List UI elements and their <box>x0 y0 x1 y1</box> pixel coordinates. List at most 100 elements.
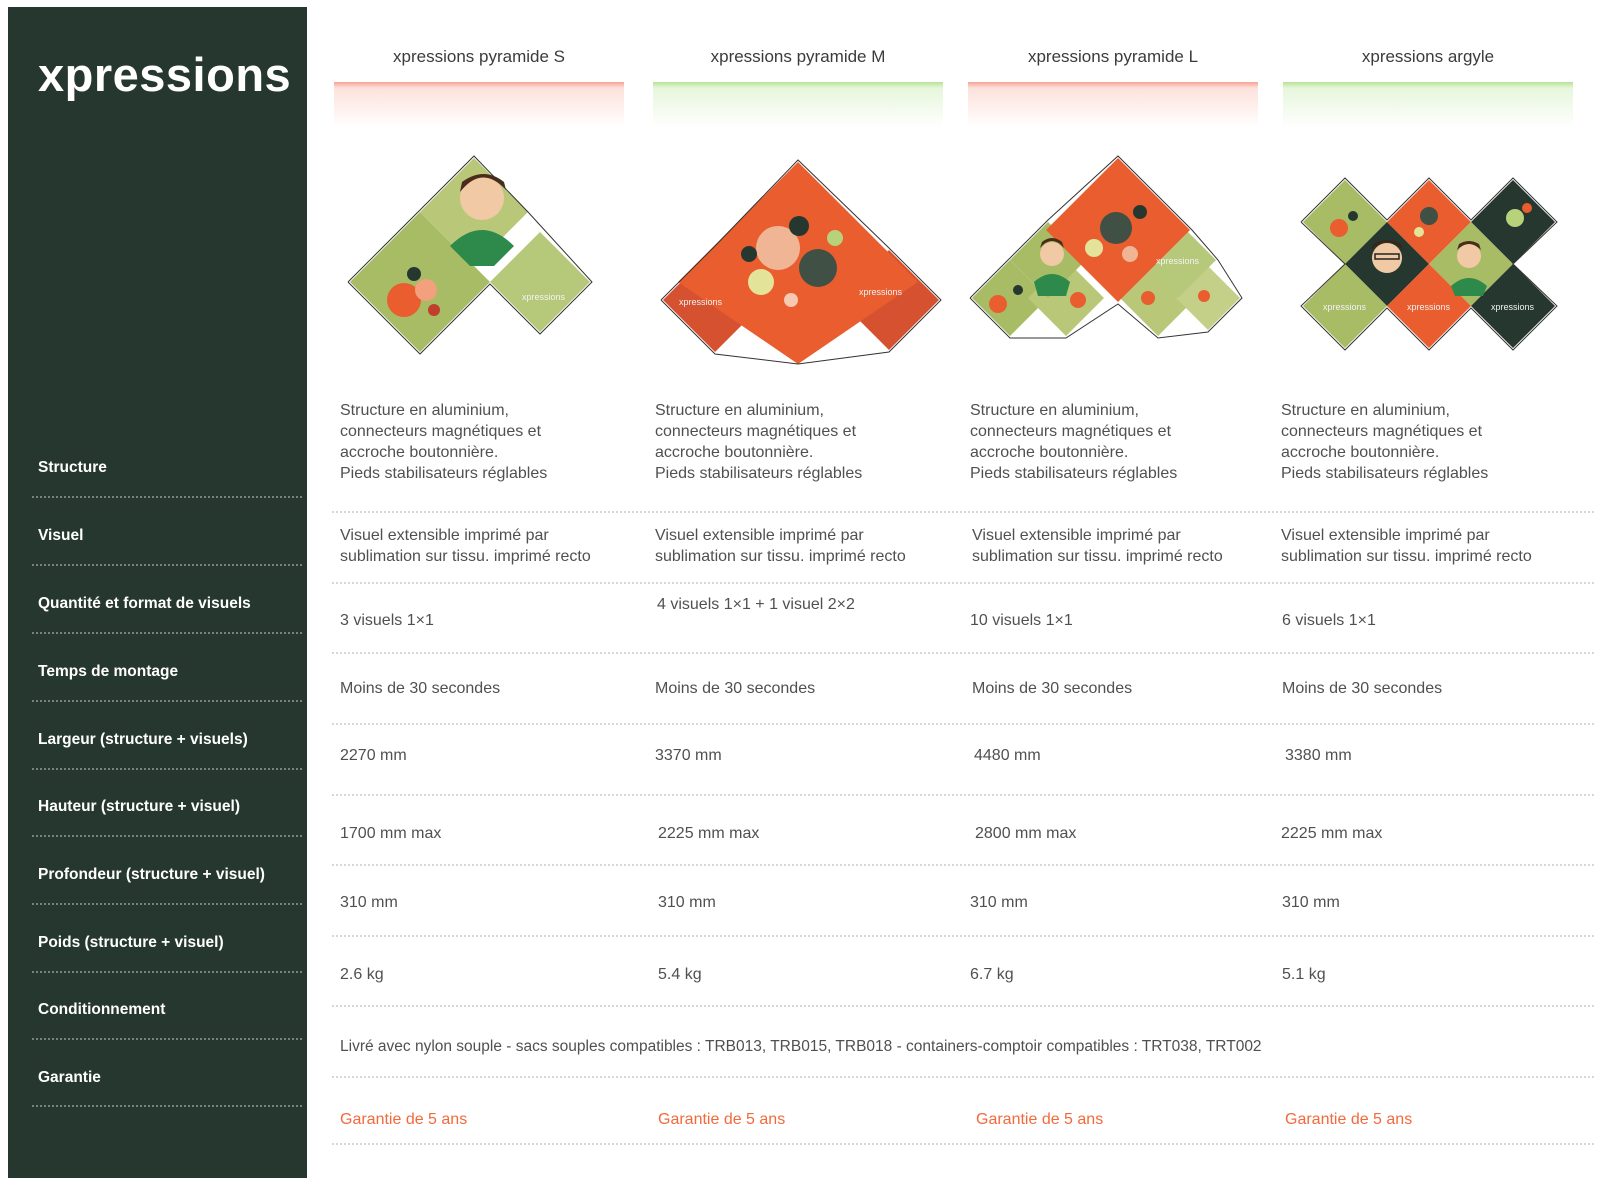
label-garantie: Garantie <box>38 1069 101 1086</box>
structure-line: connecteurs magnétiques et <box>340 423 542 440</box>
structure-line: Pieds stabilisateurs réglables <box>1281 465 1489 482</box>
product-image-pyramide-s: xpressions <box>347 155 593 355</box>
structure-line: accroche boutonnière. <box>655 444 814 461</box>
sidebar-divider <box>32 700 302 702</box>
row-divider <box>332 511 1594 513</box>
image-brand-text: xpressions <box>859 287 903 297</box>
structure-line: accroche boutonnière. <box>340 444 499 461</box>
sidebar-divider <box>32 768 302 770</box>
visuel-line: sublimation sur tissu. imprimé recto <box>340 548 591 565</box>
cell-largeur-pyramide-l: 4480 mm <box>974 747 1041 764</box>
visuel-line: sublimation sur tissu. imprimé recto <box>655 548 906 565</box>
header-accent-bar <box>334 82 624 128</box>
column-header-pyramide-m: xpressions pyramide M <box>710 47 886 66</box>
structure-line: accroche boutonnière. <box>970 444 1129 461</box>
cell-quantite-pyramide-m: 4 visuels 1×1 + 1 visuel 2×2 <box>657 596 855 613</box>
label-structure: Structure <box>38 459 107 476</box>
product-image-pyramide-m: xpressions xpressions <box>660 159 942 365</box>
header-accent-bar <box>653 82 943 128</box>
label-montage: Temps de montage <box>38 663 179 680</box>
sidebar: xpressions Structure Visuel Quantité et … <box>8 7 307 1178</box>
structure-line: Structure en aluminium, <box>1281 402 1450 419</box>
cell-montage-argyle: Moins de 30 secondes <box>1282 680 1443 697</box>
row-divider <box>332 723 1594 725</box>
cell-structure-pyramide-s: Structure en aluminium, connecteurs magn… <box>340 400 630 484</box>
cell-visuel-pyramide-s: Visuel extensible imprimé par sublimatio… <box>340 525 635 567</box>
cell-hauteur-pyramide-l: 2800 mm max <box>975 825 1077 842</box>
image-brand-text: xpressions <box>522 292 566 302</box>
column-header-pyramide-l: xpressions pyramide L <box>1027 47 1199 66</box>
cell-garantie-pyramide-l: Garantie de 5 ans <box>976 1111 1104 1128</box>
cell-poids-argyle: 5.1 kg <box>1282 966 1326 983</box>
label-quantite: Quantité et format de visuels <box>38 595 251 612</box>
cell-quantite-pyramide-l: 10 visuels 1×1 <box>970 612 1073 629</box>
cell-quantite-argyle: 6 visuels 1×1 <box>1282 612 1376 629</box>
cell-visuel-pyramide-m: Visuel extensible imprimé par sublimatio… <box>655 525 950 567</box>
brand-logo: xpressions <box>38 48 292 101</box>
structure-line: Pieds stabilisateurs réglables <box>655 465 863 482</box>
structure-line: connecteurs magnétiques et <box>655 423 857 440</box>
column-header-argyle: xpressions argyle <box>1361 47 1495 66</box>
structure-line: Structure en aluminium, <box>340 402 509 419</box>
cell-profondeur-pyramide-s: 310 mm <box>340 894 398 911</box>
row-divider <box>332 1005 1594 1007</box>
cell-garantie-pyramide-m: Garantie de 5 ans <box>658 1111 786 1128</box>
cell-structure-argyle: Structure en aluminium, connecteurs magn… <box>1281 400 1581 484</box>
sidebar-divider <box>32 1038 302 1040</box>
structure-line: connecteurs magnétiques et <box>970 423 1172 440</box>
cell-visuel-pyramide-l: Visuel extensible imprimé par sublimatio… <box>972 525 1267 567</box>
sidebar-divider <box>32 1105 302 1107</box>
label-largeur: Largeur (structure + visuels) <box>38 731 248 748</box>
row-divider <box>332 794 1594 796</box>
cell-conditionnement: Livré avec nylon souple - sacs souples c… <box>340 1038 1262 1055</box>
cell-hauteur-pyramide-m: 2225 mm max <box>658 825 760 842</box>
cell-profondeur-pyramide-m: 310 mm <box>658 894 716 911</box>
cell-structure-pyramide-l: Structure en aluminium, connecteurs magn… <box>970 400 1260 484</box>
visuel-line: Visuel extensible imprimé par <box>655 527 864 544</box>
sidebar-divider <box>32 971 302 973</box>
structure-line: Pieds stabilisateurs réglables <box>970 465 1178 482</box>
cell-structure-pyramide-m: Structure en aluminium, connecteurs magn… <box>655 400 945 484</box>
label-profondeur: Profondeur (structure + visuel) <box>38 866 265 883</box>
row-divider <box>332 652 1594 654</box>
cell-largeur-pyramide-m: 3370 mm <box>655 747 722 764</box>
row-divider <box>332 1143 1594 1145</box>
sidebar-divider <box>32 564 302 566</box>
label-visuel: Visuel <box>38 527 84 544</box>
structure-line: Structure en aluminium, <box>655 402 824 419</box>
structure-line: accroche boutonnière. <box>1281 444 1440 461</box>
cell-visuel-argyle: Visuel extensible imprimé par sublimatio… <box>1281 525 1581 567</box>
label-conditionnement: Conditionnement <box>38 1001 166 1018</box>
cell-hauteur-pyramide-s: 1700 mm max <box>340 825 442 842</box>
structure-line: Pieds stabilisateurs réglables <box>340 465 548 482</box>
visuel-line: Visuel extensible imprimé par <box>340 527 549 544</box>
cell-profondeur-pyramide-l: 310 mm <box>970 894 1028 911</box>
image-brand-text: xpressions <box>1491 302 1535 312</box>
image-brand-text: xpressions <box>1323 302 1367 312</box>
image-brand-text: xpressions <box>679 297 723 307</box>
row-divider <box>332 1076 1594 1078</box>
cell-quantite-pyramide-s: 3 visuels 1×1 <box>340 612 434 629</box>
visuel-line: sublimation sur tissu. imprimé recto <box>972 548 1223 565</box>
cell-largeur-argyle: 3380 mm <box>1285 747 1352 764</box>
visuel-line: Visuel extensible imprimé par <box>972 527 1181 544</box>
image-brand-text: xpressions <box>1156 256 1200 266</box>
sidebar-divider <box>32 835 302 837</box>
cell-montage-pyramide-s: Moins de 30 secondes <box>340 680 501 697</box>
cell-garantie-argyle: Garantie de 5 ans <box>1285 1111 1413 1128</box>
visuel-line: Visuel extensible imprimé par <box>1281 527 1490 544</box>
cell-poids-pyramide-m: 5.4 kg <box>658 966 702 983</box>
column-header-pyramide-s: xpressions pyramide S <box>393 47 565 66</box>
cell-poids-pyramide-s: 2.6 kg <box>340 966 384 983</box>
product-image-pyramide-l: xpressions <box>969 155 1243 339</box>
label-hauteur: Hauteur (structure + visuel) <box>38 798 240 815</box>
product-image-argyle: xpressions xpressions xpressions <box>1300 177 1558 351</box>
structure-line: connecteurs magnétiques et <box>1281 423 1483 440</box>
sidebar-divider <box>32 496 302 498</box>
cell-montage-pyramide-m: Moins de 30 secondes <box>655 680 816 697</box>
visuel-line: sublimation sur tissu. imprimé recto <box>1281 548 1532 565</box>
sidebar-divider <box>32 632 302 634</box>
row-divider <box>332 864 1594 866</box>
cell-profondeur-argyle: 310 mm <box>1282 894 1340 911</box>
structure-line: Structure en aluminium, <box>970 402 1139 419</box>
